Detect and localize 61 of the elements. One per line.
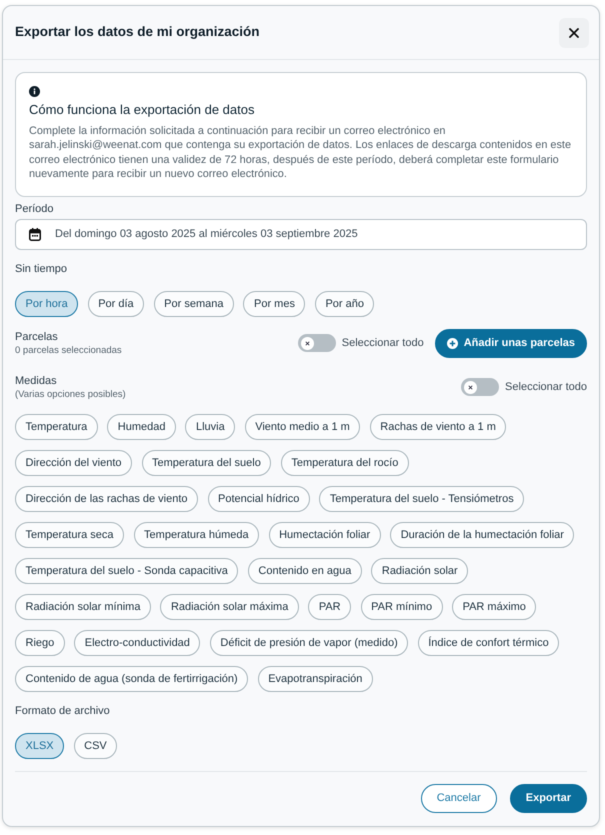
file-format-option[interactable]: CSV bbox=[74, 732, 118, 759]
select-all-label: Seleccionar todo bbox=[342, 336, 424, 351]
calendar-icon bbox=[29, 228, 41, 241]
section-hint: 0 parcelas seleccionadas bbox=[15, 344, 122, 357]
time-interval-option[interactable]: Por año bbox=[314, 290, 374, 317]
measure-option[interactable]: Contenido de agua (sonda de fertirrigación) bbox=[15, 666, 248, 692]
measure-option[interactable]: Evapotranspiración bbox=[258, 666, 373, 692]
measure-option[interactable]: Índice de confort térmico bbox=[418, 630, 560, 656]
section-hint: (Varias opciones posibles) bbox=[15, 388, 126, 401]
field-label: Período bbox=[15, 202, 55, 216]
measure-option[interactable]: Humectación foliar bbox=[268, 522, 381, 548]
section-label: Formato de archivo bbox=[15, 704, 111, 718]
date-range-field[interactable]: Del domingo 03 agosto 2025 al miércoles 03 septiembre 2025 bbox=[15, 218, 587, 250]
measure-option[interactable]: Lluvia bbox=[185, 414, 236, 440]
measure-option[interactable]: Electro-conductividad bbox=[74, 630, 200, 656]
select-all-label: Seleccionar todo bbox=[505, 380, 587, 395]
measure-option[interactable]: Dirección del viento bbox=[15, 450, 132, 476]
time-interval-option[interactable]: Por hora bbox=[15, 290, 78, 317]
time-interval-option[interactable]: Por mes bbox=[243, 290, 306, 317]
measure-option[interactable]: Riego bbox=[15, 630, 65, 656]
measure-option[interactable]: Viento medio a 1 m bbox=[244, 414, 360, 440]
close-button[interactable] bbox=[559, 18, 589, 48]
measure-option[interactable]: Déficit de presión de vapor (medido) bbox=[210, 630, 408, 656]
measure-option[interactable]: PAR mínimo bbox=[360, 594, 443, 620]
primary-button[interactable]: Exportar bbox=[510, 784, 587, 813]
add-plots-button[interactable]: Añadir unas parcelas bbox=[434, 328, 587, 358]
info-text: Complete la información solicitada a continuación para recibir un correo electrónico en sarah.jelinski@weenat.com que contenga su exportación de datos. Los enlaces de descarga contenidos en este correo electrónico tienen una validez de 72 horas, después de este período, deberá completar este formulario nuevamente para recibir un nuevo correo electrónico. bbox=[29, 124, 572, 182]
close-icon bbox=[569, 28, 579, 38]
measure-option[interactable]: Radiación solar máxima bbox=[160, 594, 299, 620]
measure-option[interactable]: PAR máximo bbox=[452, 594, 536, 620]
dialog-title: Exportar los datos de mi organización bbox=[15, 24, 260, 41]
time-interval-option[interactable]: Por semana bbox=[154, 290, 234, 317]
measure-option[interactable]: Temperatura bbox=[15, 414, 98, 440]
measure-option[interactable]: Potencial hídrico bbox=[208, 486, 310, 512]
plus-circle-icon bbox=[446, 338, 458, 349]
select-all-switch[interactable] bbox=[298, 334, 336, 352]
measure-option[interactable]: Temperatura húmeda bbox=[134, 522, 260, 548]
section-label: Parcelas bbox=[15, 330, 59, 344]
measure-option[interactable]: Rachas de viento a 1 m bbox=[370, 414, 506, 440]
switch-knob-icon bbox=[464, 380, 478, 394]
measure-option[interactable]: Temperatura del suelo - Sonda capacitiva bbox=[15, 558, 238, 584]
section-label: Sin tiempo bbox=[15, 262, 68, 276]
time-interval-option[interactable]: Por día bbox=[88, 290, 144, 317]
info-icon bbox=[29, 86, 40, 97]
switch-knob-icon bbox=[300, 336, 314, 350]
info-title: Cómo funciona la exportación de datos bbox=[29, 102, 256, 118]
measure-option[interactable]: Contenido en agua bbox=[248, 558, 362, 584]
file-format-option[interactable]: XLSX bbox=[15, 732, 64, 759]
measure-option[interactable]: PAR bbox=[308, 594, 352, 620]
measure-option[interactable]: Temperatura del suelo bbox=[142, 450, 272, 476]
measure-option[interactable]: Radiación solar bbox=[371, 558, 468, 584]
measure-option[interactable]: Radiación solar mínima bbox=[15, 594, 151, 620]
measure-option[interactable]: Temperatura del suelo - Tensiómetros bbox=[319, 486, 524, 512]
measure-option[interactable]: Temperatura seca bbox=[15, 522, 124, 548]
measure-option[interactable]: Temperatura del rocío bbox=[280, 450, 409, 476]
measure-option[interactable]: Dirección de las rachas de viento bbox=[15, 486, 198, 512]
measure-option[interactable]: Humedad bbox=[107, 414, 176, 440]
select-all-switch[interactable] bbox=[461, 378, 500, 396]
secondary-button[interactable]: Cancelar bbox=[420, 784, 497, 813]
measure-option[interactable]: Duración de la humectación foliar bbox=[390, 522, 574, 548]
section-label: Medidas bbox=[15, 374, 58, 388]
